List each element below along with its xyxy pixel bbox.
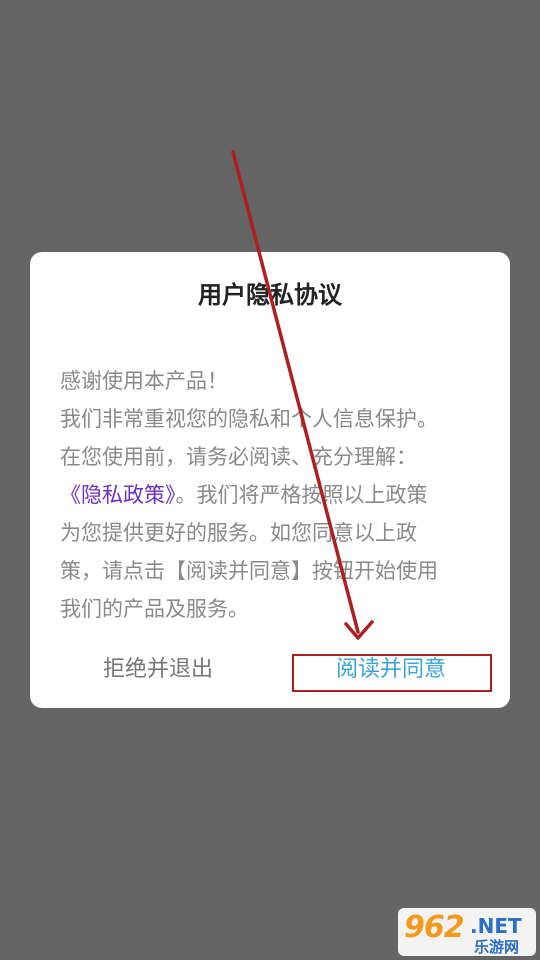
body-line-read: 在您使用前，请务必阅读、充分理解：	[60, 445, 417, 469]
dialog-body: 感谢使用本产品！ 我们非常重视您的隐私和个人信息保护。 在您使用前，请务必阅读、…	[60, 362, 480, 628]
body-line-policy-suffix: 。我们将严格按照以上政策	[175, 483, 428, 507]
watermark-site: 乐游网	[474, 938, 520, 956]
watermark-number: 962	[404, 910, 465, 945]
body-line-privacy: 我们非常重视您的隐私和个人信息保护。	[60, 407, 438, 431]
watermark-logo: 962 .NET 乐游网	[398, 908, 536, 956]
reject-exit-button[interactable]: 拒绝并退出	[70, 652, 246, 688]
body-line-service: 为您提供更好的服务。如您同意以上政	[60, 521, 417, 545]
privacy-dialog: 用户隐私协议 感谢使用本产品！ 我们非常重视您的隐私和个人信息保护。 在您使用前…	[30, 252, 510, 708]
watermark-domain: .NET	[470, 914, 522, 938]
body-line-policy: 《隐私政策》。我们将严格按照以上政策	[60, 476, 480, 514]
privacy-policy-link[interactable]: 《隐私政策》	[60, 483, 176, 507]
read-agree-button[interactable]: 阅读并同意	[292, 652, 490, 688]
screen: { "dialog": { "title": "用户隐私协议", "body":…	[0, 0, 540, 960]
body-line-thanks: 感谢使用本产品！	[60, 369, 228, 393]
body-line-click: 策，请点击【阅读并同意】按钮开始使用	[60, 559, 438, 583]
body-line-products: 我们的产品及服务。	[60, 597, 249, 621]
dialog-title: 用户隐私协议	[198, 281, 342, 309]
